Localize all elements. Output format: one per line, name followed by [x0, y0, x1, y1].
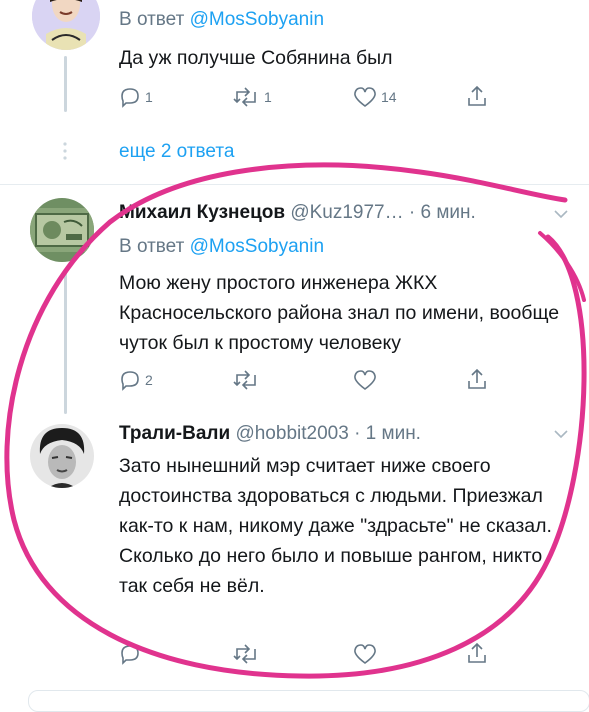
like-button-top[interactable]: 14 — [352, 86, 397, 108]
chevron-down-icon[interactable] — [553, 208, 569, 220]
reply-compose-box[interactable] — [28, 690, 589, 712]
heart-icon — [354, 644, 376, 664]
author-line-2: Трали-Вали @hobbit2003 · 1 мин. — [119, 423, 421, 445]
reply-button-1[interactable]: 2 — [118, 369, 153, 391]
share-icon — [468, 368, 486, 389]
heart-icon — [354, 87, 376, 107]
author-name[interactable]: Трали-Вали — [119, 423, 230, 444]
author-handle[interactable]: @Kuz1977… — [290, 202, 403, 223]
reply-button-top[interactable]: 1 — [118, 86, 153, 108]
tweet-text-2: Зато нынешний мэр считает ниже своего до… — [119, 455, 552, 597]
thread-line-top — [64, 56, 67, 112]
retweet-count: 1 — [264, 89, 272, 105]
tweet-time[interactable]: · 1 мин. — [354, 423, 421, 444]
reply-to-line-1: В ответ @MosSobyanin — [119, 236, 325, 257]
more-replies-link[interactable]: еще 2 ответа — [119, 141, 234, 163]
retweet-button-1[interactable] — [231, 369, 261, 391]
heart-icon — [354, 370, 376, 390]
like-count: 14 — [381, 89, 397, 105]
author-line-1: Михаил Кузнецов @Kuz1977… · 6 мин. — [119, 202, 476, 224]
reply-count: 2 — [145, 372, 153, 388]
share-button-1[interactable] — [466, 367, 488, 391]
reply-icon — [121, 371, 139, 391]
thread-line-1 — [64, 270, 67, 414]
reply-count: 1 — [145, 89, 153, 105]
author-handle[interactable]: @hobbit2003 — [235, 423, 348, 444]
reply-button-2[interactable] — [118, 643, 142, 665]
reply-icon — [121, 645, 139, 665]
avatar-kuznetsov[interactable] — [30, 198, 94, 262]
avatar-top[interactable] — [32, 0, 100, 50]
chevron-down-icon[interactable] — [553, 428, 569, 440]
retweet-button-2[interactable] — [231, 643, 261, 665]
share-icon — [468, 642, 486, 663]
share-button-2[interactable] — [466, 641, 488, 665]
like-button-1[interactable] — [352, 369, 378, 391]
tweet-time[interactable]: · 6 мин. — [409, 202, 476, 223]
retweet-icon — [233, 644, 256, 664]
tweet-text-top: Да уж получше Собянина был — [119, 47, 393, 69]
reply-handle-link[interactable]: @MosSobyanin — [190, 9, 324, 30]
like-button-2[interactable] — [352, 643, 378, 665]
reply-icon — [121, 88, 139, 108]
reply-handle-link[interactable]: @MosSobyanin — [190, 236, 324, 257]
share-icon — [468, 85, 486, 106]
retweet-icon — [233, 87, 256, 107]
tweet-text-1: Мою жену простого инженера ЖКХ Красносел… — [119, 272, 560, 354]
divider — [0, 184, 589, 185]
share-button-top[interactable] — [466, 84, 488, 108]
retweet-icon — [233, 370, 256, 390]
author-name[interactable]: Михаил Кузнецов — [119, 202, 285, 223]
more-replies-dots — [62, 141, 68, 161]
reply-to-line-top: В ответ @MosSobyanin — [119, 9, 325, 30]
avatar-tralivali[interactable] — [30, 424, 94, 488]
retweet-button-top[interactable]: 1 — [231, 86, 272, 108]
